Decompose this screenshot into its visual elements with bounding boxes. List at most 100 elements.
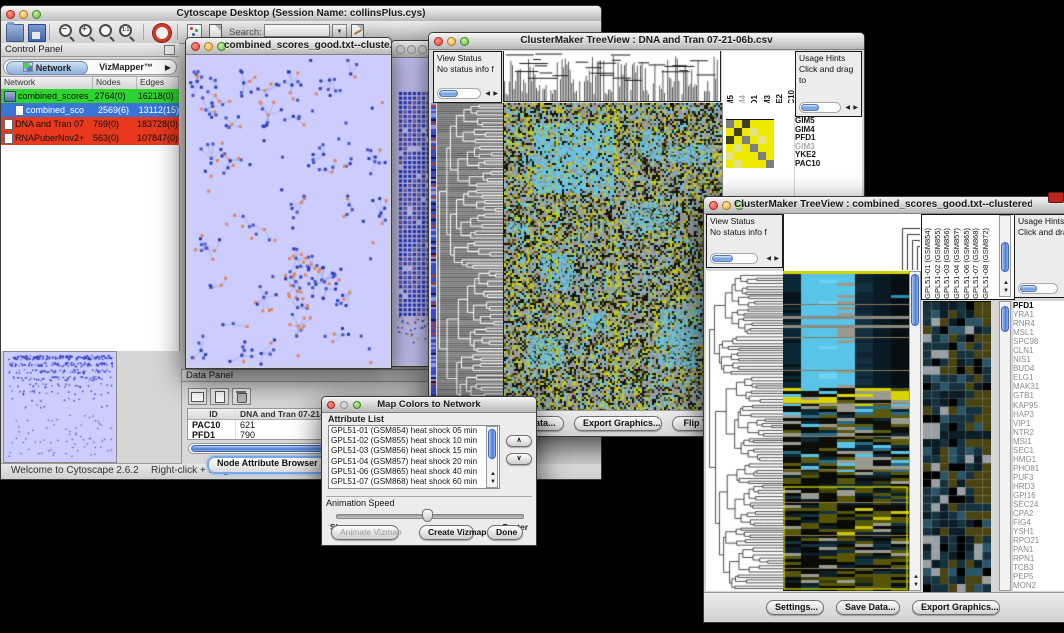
network-view-titlebar[interactable]: combined_scores_good.txt--cluste...	[186, 38, 391, 55]
column-label[interactable]: GPL51-07 (GSM868)	[972, 228, 981, 299]
mini-heatmap[interactable]	[726, 119, 774, 168]
scroll-up-icon[interactable]: ▲	[913, 574, 919, 580]
move-down-button[interactable]: ∨	[506, 453, 532, 465]
scroll-thumb[interactable]	[1001, 306, 1009, 332]
gene-label[interactable]: PHO81	[1013, 464, 1064, 473]
gene-label[interactable]: SPC98	[1013, 337, 1064, 346]
done-button[interactable]: Done	[487, 525, 523, 540]
animate-vizmap-button[interactable]: Animate Vizmap	[331, 525, 399, 540]
heatmap-vscrollbar[interactable]: ▲ ▼	[909, 271, 921, 591]
gene-label[interactable]: TCB3	[1013, 563, 1064, 572]
network-table-row[interactable]: combined_sco 2569(6) 13112(15)	[1, 103, 179, 117]
delete-attribute-icon[interactable]	[232, 388, 251, 405]
attribute-item[interactable]: GPL51-01 (GSM854) heat shock 05 min	[329, 426, 499, 436]
row-dendrogram-canvas[interactable]	[706, 271, 783, 591]
gene-label[interactable]: SEC1	[1013, 446, 1064, 455]
gene-label[interactable]: NTR2	[1013, 428, 1064, 437]
column-label[interactable]: GPL51-06 (GSM865)	[963, 228, 972, 299]
gene-label[interactable]: MSI1	[1013, 437, 1064, 446]
slider-thumb[interactable]	[422, 509, 433, 522]
scroll-right-icon[interactable]: ▶	[853, 105, 858, 111]
network-window-2-titlebar[interactable]	[392, 41, 433, 58]
gene-label[interactable]: ELG1	[1013, 373, 1064, 382]
create-vizmap-button[interactable]: Create Vizmap	[419, 525, 474, 540]
scroll-down-icon[interactable]: ▼	[913, 582, 919, 588]
column-label[interactable]: GPL51-01 (GSM854)	[924, 228, 933, 299]
gene-label[interactable]: NIS1	[1013, 355, 1064, 364]
row-dendrogram-canvas[interactable]	[437, 103, 503, 411]
minimize-button[interactable]	[722, 201, 731, 210]
gene-label[interactable]: SEC24	[1013, 500, 1064, 509]
save-data-button[interactable]: Save Data...	[836, 600, 900, 615]
zoom-actual-icon[interactable]: 1:1	[119, 24, 132, 37]
scroll-right-icon[interactable]: ▶	[493, 91, 498, 97]
export-graphics-button[interactable]: Export Graphics...	[912, 600, 1000, 615]
attribute-item[interactable]: GPL51-03 (GSM856) heat shock 15 min	[329, 446, 499, 456]
usage-hints-scrollbar[interactable]	[1018, 283, 1058, 294]
network-table-row[interactable]: RNAPuberNov2+ 563(0) 107847(0)	[1, 131, 179, 145]
search-input[interactable]	[264, 24, 330, 37]
gene-label[interactable]: PFD1	[1013, 301, 1064, 310]
heatmap-canvas[interactable]	[503, 103, 722, 411]
close-button[interactable]	[396, 45, 405, 54]
scroll-left-icon[interactable]: ◀	[766, 256, 771, 262]
attribute-list-scrollbar[interactable]: ▲ ▼	[486, 426, 498, 488]
gene-label[interactable]: CPA2	[1013, 509, 1064, 518]
gene-label[interactable]: MON2	[1013, 581, 1064, 590]
new-attribute-icon[interactable]	[210, 388, 229, 405]
network-table-row[interactable]: DNA and Tran 07 769(0) 183728(0)	[1, 117, 179, 131]
network-graph-canvas[interactable]	[187, 55, 390, 367]
tab-vizmapper[interactable]: VizMapper™	[92, 61, 160, 73]
column-dendrogram-canvas[interactable]	[503, 51, 721, 102]
treeview-dna-titlebar[interactable]: ClusterMaker TreeView : DNA and Tran 07-…	[429, 33, 864, 50]
scroll-left-icon[interactable]: ◀	[485, 91, 490, 97]
heatmap-canvas[interactable]	[783, 271, 909, 591]
attribute-item[interactable]: GPL51-04 (GSM857) heat shock 20 min	[329, 457, 499, 467]
scroll-thumb[interactable]	[1001, 242, 1009, 272]
view-status-scrollbar[interactable]	[437, 88, 481, 99]
map-dialog-titlebar[interactable]: Map Colors to Network	[322, 397, 536, 413]
column-label[interactable]: GPL51-03 (GSM856)	[943, 228, 952, 299]
tab-network[interactable]: Network	[6, 61, 88, 75]
tab-overflow-icon[interactable]: ▶	[165, 63, 171, 72]
gene-label[interactable]: PEP5	[1013, 572, 1064, 581]
attribute-item[interactable]: GPL51-06 (GSM865) heat shock 40 min	[329, 467, 499, 477]
gene-label[interactable]: RPO21	[1013, 536, 1064, 545]
close-button[interactable]	[709, 201, 718, 210]
gene-label[interactable]: MAK31	[1013, 382, 1064, 391]
zoom-out-icon[interactable]: −	[59, 24, 72, 37]
gene-list-scrollbar[interactable]	[999, 301, 1011, 591]
scroll-thumb[interactable]	[911, 274, 919, 326]
zoom-button[interactable]	[418, 45, 427, 54]
row-label[interactable]: PAC10	[795, 160, 862, 169]
move-up-button[interactable]: ∧	[506, 435, 532, 447]
gene-label[interactable]: RPN1	[1013, 554, 1064, 563]
gene-label[interactable]: BUD4	[1013, 364, 1064, 373]
zoom-heatmap-canvas[interactable]	[923, 301, 991, 592]
gene-label[interactable]: YSH1	[1013, 527, 1064, 536]
help-lifering-icon[interactable]	[153, 24, 171, 42]
network-table-row[interactable]: combined_scores_ 2764(0) 16218(0)	[1, 89, 179, 103]
gene-label[interactable]: CLN1	[1013, 346, 1064, 355]
column-labels-scrollbar[interactable]: ▲ ▼	[999, 215, 1011, 297]
table-select-icon[interactable]	[188, 388, 207, 405]
scroll-right-icon[interactable]: ▶	[774, 256, 779, 262]
view-status-scrollbar[interactable]	[710, 253, 758, 264]
network-overview-thumbnail[interactable]	[3, 351, 117, 463]
gene-label[interactable]: PAN1	[1013, 545, 1064, 554]
usage-hints-scrollbar[interactable]	[799, 102, 841, 113]
attribute-scroll-thumb[interactable]	[488, 429, 496, 459]
column-label[interactable]: GPL51-04 (GSM857)	[953, 228, 962, 299]
minimize-button[interactable]	[204, 42, 213, 51]
gene-label[interactable]: KAP95	[1013, 401, 1064, 410]
column-label[interactable]: GPL51-02 (GSM855)	[934, 228, 943, 299]
global-pixel-strip[interactable]	[431, 103, 436, 411]
id-column-header[interactable]: ID	[188, 409, 236, 419]
gene-label[interactable]: GTB1	[1013, 391, 1064, 400]
scroll-down-icon[interactable]: ▼	[1003, 288, 1009, 294]
zoom-fit-icon[interactable]	[99, 24, 112, 37]
gene-label[interactable]: MSL1	[1013, 328, 1064, 337]
export-graphics-button[interactable]: Export Graphics...	[574, 416, 662, 431]
save-icon[interactable]	[28, 24, 46, 42]
node-attribute-browser-button[interactable]: Node Attribute Browser	[207, 456, 328, 474]
